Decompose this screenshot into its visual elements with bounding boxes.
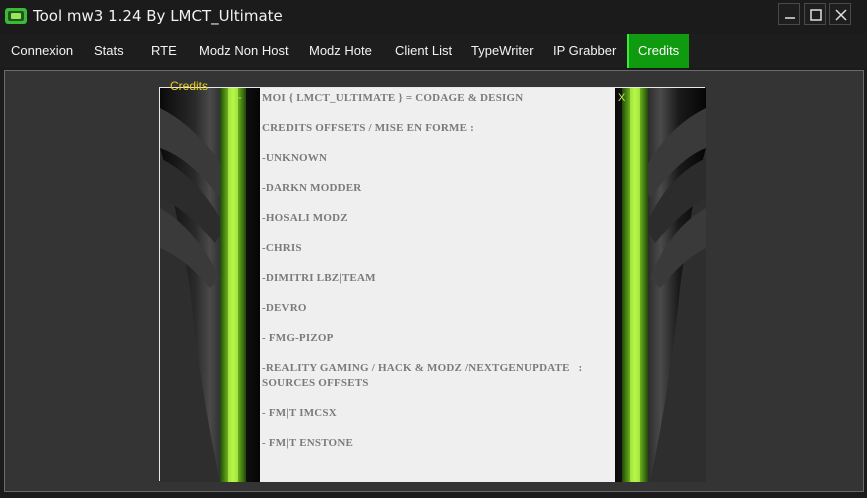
credits-panel: - X Moi { LMCT_Ultimate } = Codage & Des…	[4, 70, 864, 492]
window-bottom-edge	[0, 492, 867, 498]
credits-textbox[interactable]: Moi { LMCT_Ultimate } = Codage & Design …	[260, 88, 615, 482]
close-icon	[835, 9, 847, 21]
credit-line: - FM|T Enstone	[262, 437, 353, 449]
minimize-button[interactable]	[778, 3, 800, 25]
credit-line	[262, 226, 613, 241]
credit-line: - FMG-PiZop	[262, 332, 334, 344]
credit-line	[262, 421, 613, 436]
credit-line	[262, 166, 613, 181]
maximize-button[interactable]	[804, 3, 826, 25]
credit-line: Sources Offsets	[262, 377, 369, 389]
tab-ip-grabber[interactable]: IP Grabber	[543, 34, 626, 68]
credit-line: Credits Offsets / Mise en forme :	[262, 122, 474, 134]
credit-line	[262, 256, 613, 271]
credit-line: - FM|T iMCSx	[262, 407, 337, 419]
credit-line	[262, 106, 613, 121]
credits-group-label: Credits	[170, 79, 209, 93]
tab-rte[interactable]: RTE	[141, 34, 187, 68]
window-title: Tool mw3 1.24 By LMCT_Ultimate	[33, 7, 283, 25]
credit-line: -Devro	[262, 302, 307, 314]
credits-groupbox: - X Moi { LMCT_Ultimate } = Codage & Des…	[159, 79, 706, 482]
art-close-label: X	[618, 92, 626, 104]
tab-modz-hote[interactable]: Modz Hote	[299, 34, 382, 68]
credit-line	[262, 391, 613, 406]
tab-stats[interactable]: Stats	[84, 34, 134, 68]
tab-client-list[interactable]: Client List	[385, 34, 462, 68]
app-logo-icon	[5, 7, 27, 25]
credit-line	[262, 346, 613, 361]
tab-modz-non-host[interactable]: Modz Non Host	[189, 34, 299, 68]
maximize-icon	[810, 9, 822, 21]
credit-line	[262, 136, 613, 151]
minimize-icon	[785, 17, 795, 19]
tab-bar: Connexion Stats RTE Modz Non Host Modz H…	[0, 34, 867, 68]
credit-line: -Reality Gaming / Hack & Modz /NextGenUp…	[262, 362, 583, 374]
credit-line	[262, 286, 613, 301]
credit-line: -Chris	[262, 242, 302, 254]
credit-line: Moi { LMCT_Ultimate } = Codage & Design	[262, 92, 524, 104]
tab-typewriter[interactable]: TypeWriter	[461, 34, 544, 68]
title-bar: Tool mw3 1.24 By LMCT_Ultimate	[0, 0, 867, 34]
tab-credits[interactable]: Credits	[627, 34, 690, 68]
art-minimize-label: -	[238, 92, 242, 104]
credit-line: -DarkN Modder	[262, 182, 362, 194]
credit-line	[262, 196, 613, 211]
credit-line	[262, 316, 613, 331]
close-button[interactable]	[829, 3, 851, 25]
tab-connexion[interactable]: Connexion	[1, 34, 83, 68]
credit-line: -Hosali Modz	[262, 212, 348, 224]
credit-line: -Dimitri LBZ|Team	[262, 272, 376, 284]
credit-line: -Unknown	[262, 152, 328, 164]
